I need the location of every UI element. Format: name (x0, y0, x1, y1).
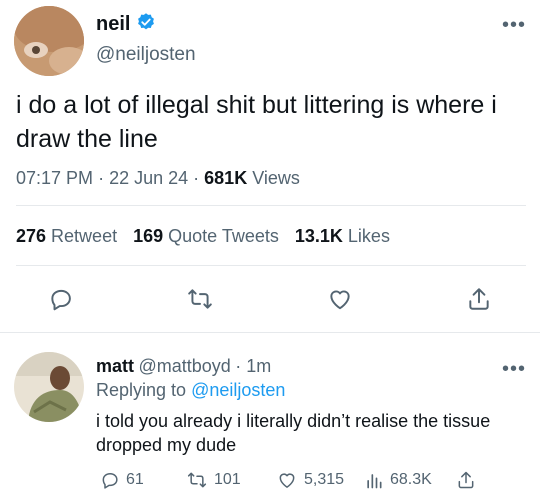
retweet-icon[interactable] (186, 286, 214, 317)
author-name[interactable]: neil (96, 13, 130, 36)
divider (16, 205, 526, 206)
meta-separator: · (98, 168, 110, 188)
reply-icon (102, 473, 118, 489)
author-avatar[interactable] (14, 6, 84, 76)
author-handle[interactable]: @neiljosten (96, 44, 196, 66)
reply-retweet-button[interactable]: 101 (186, 470, 241, 490)
reply-reply-button[interactable]: 61 (100, 470, 144, 490)
likes-stat[interactable]: 13.1K Likes (295, 226, 390, 247)
like-icon[interactable] (326, 286, 354, 317)
reply-icon[interactable] (48, 286, 74, 317)
views-icon (367, 474, 382, 489)
verified-badge-icon (136, 12, 156, 37)
retweet-icon (187, 472, 207, 488)
views-count: 681K (204, 168, 248, 188)
more-icon[interactable]: ••• (502, 15, 526, 35)
reply-replies-count: 61 (126, 471, 144, 488)
tweet-meta: 07:17 PM · 22 Jun 24 · 681K Views (16, 168, 300, 189)
divider (16, 265, 526, 266)
reply-views-button[interactable]: 68.3K (364, 470, 432, 490)
replying-prefix: Replying to (96, 380, 187, 400)
reply-more-icon[interactable]: ••• (502, 359, 526, 379)
like-icon (279, 473, 295, 488)
reply-time[interactable]: 1m (246, 356, 271, 376)
reply-header: matt @mattboyd · 1m (96, 356, 271, 377)
reply-text: i told you already i literally didn’t re… (96, 411, 491, 455)
meta-separator: · (193, 168, 205, 188)
reply-like-button[interactable]: 5,315 (276, 470, 344, 490)
divider (0, 332, 540, 333)
tweet-text: i do a lot of illegal shit but littering… (16, 91, 497, 153)
reply-author-name[interactable]: matt (96, 356, 134, 376)
replying-to: Replying to @neiljosten (96, 380, 285, 401)
tweet-stats: 276 Retweet 169 Quote Tweets 13.1K Likes (16, 226, 390, 247)
replying-handle-link[interactable]: @neiljosten (191, 380, 285, 400)
tweet-time[interactable]: 07:17 PM (16, 168, 93, 188)
reply-share-button[interactable] (456, 470, 476, 490)
share-icon[interactable] (466, 286, 492, 317)
reply-likes-count: 5,315 (304, 471, 345, 488)
reply-author-handle[interactable]: @mattboyd (138, 356, 230, 376)
reply-views-count: 68.3K (390, 471, 432, 488)
views-label: Views (252, 168, 300, 188)
reply-avatar[interactable] (14, 352, 84, 422)
retweets-stat[interactable]: 276 Retweet (16, 226, 117, 247)
tweet-date[interactable]: 22 Jun 24 (109, 168, 188, 188)
share-icon (458, 471, 474, 489)
reply-retweets-count: 101 (214, 471, 241, 488)
meta-separator: · (235, 356, 247, 376)
quotes-stat[interactable]: 169 Quote Tweets (133, 226, 279, 247)
